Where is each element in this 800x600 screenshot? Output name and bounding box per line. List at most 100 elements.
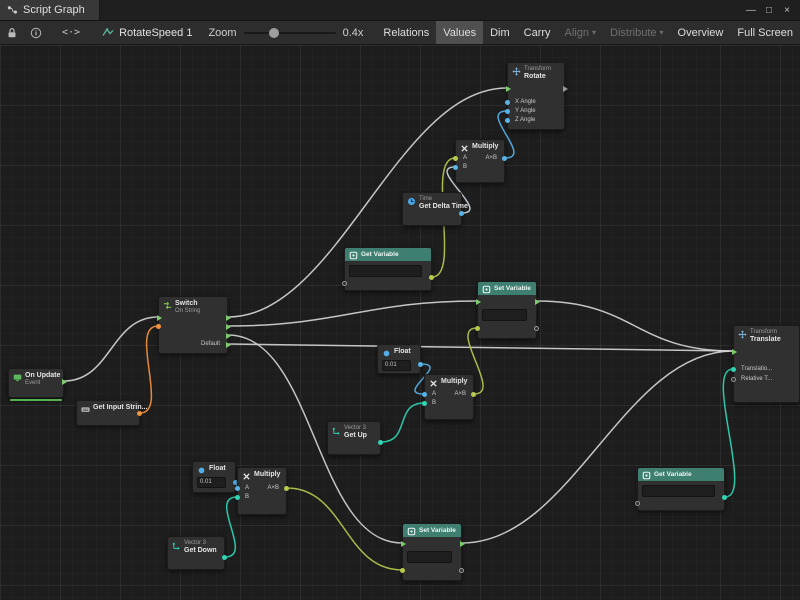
node-get-var-right[interactable]: Get Variable (637, 467, 725, 511)
flow-port[interactable] (535, 299, 540, 305)
value-port[interactable] (505, 109, 510, 114)
zoom-slider-handle[interactable] (269, 28, 279, 38)
node-on-update[interactable]: On UpdateEvent (8, 368, 64, 398)
code-view-button[interactable]: <·> (62, 27, 80, 38)
value-port[interactable] (635, 501, 640, 506)
node-title: Float (394, 348, 411, 356)
flow-port[interactable] (506, 86, 511, 92)
edge-on-update-to-switch[interactable] (64, 317, 158, 381)
value-port[interactable] (429, 275, 434, 280)
node-set-var-mid[interactable]: Set Variable (477, 281, 537, 339)
flow-port[interactable] (460, 541, 465, 547)
node-float-bottom[interactable]: Float0.01 (192, 461, 236, 493)
node-title: Set Variable (419, 527, 456, 534)
edge-set-var-bottom-to-translate[interactable] (462, 351, 733, 543)
value-port[interactable] (722, 495, 727, 500)
node-vector3-up[interactable]: Vector 3Get Up (327, 421, 381, 455)
flow-port[interactable] (226, 342, 231, 348)
value-port[interactable] (400, 568, 405, 573)
node-set-var-bottom[interactable]: Set Variable (402, 523, 462, 581)
node-type-label: Vector 3 (344, 425, 367, 432)
value-port[interactable] (235, 495, 240, 500)
flow-port[interactable] (401, 541, 406, 547)
value-port[interactable] (453, 165, 458, 170)
full-screen-button[interactable]: Full Screen (730, 21, 800, 44)
value-port[interactable] (378, 440, 383, 445)
value-port[interactable] (235, 486, 240, 491)
flow-port[interactable] (226, 315, 231, 321)
zoom-slider[interactable] (244, 32, 336, 34)
value-port[interactable] (731, 367, 736, 372)
node-get-input[interactable]: Get Input Strin... (76, 400, 140, 426)
value-port[interactable] (222, 555, 227, 560)
node-delta-time[interactable]: TimeGet Delta Time (402, 192, 462, 226)
edge-switch-to-set-var-mid[interactable] (228, 301, 477, 326)
value-port[interactable] (534, 326, 539, 331)
node-field[interactable] (349, 265, 422, 277)
flow-port[interactable] (226, 333, 231, 339)
info-button[interactable] (24, 21, 48, 44)
edge-set-var-mid-to-translate[interactable] (537, 301, 733, 351)
value-port[interactable] (453, 156, 458, 161)
relations-button[interactable]: Relations (376, 21, 436, 44)
flow-port[interactable] (62, 379, 67, 385)
value-port[interactable] (418, 362, 423, 367)
node-field[interactable] (482, 309, 527, 321)
node-rotate[interactable]: TransformRotateX AngleY AngleZ Angle (507, 62, 565, 130)
values-button[interactable]: Values (436, 21, 483, 44)
port-label: Z Angle (515, 117, 535, 123)
flow-port[interactable] (226, 324, 231, 330)
carry-button[interactable]: Carry (517, 21, 558, 44)
node-switch[interactable]: SwitchOn StringDefault (158, 296, 228, 354)
node-translate[interactable]: TransformTranslateTranslatio...Relative … (733, 325, 800, 403)
flow-port[interactable] (563, 86, 568, 92)
edge-vector3-up-to-multiply-mid[interactable] (381, 403, 424, 442)
graph-breadcrumb[interactable]: RotateSpeed 1 (102, 27, 192, 39)
close-button[interactable]: × (779, 5, 795, 16)
maximize-button[interactable]: □ (761, 5, 777, 16)
node-field[interactable] (642, 485, 715, 497)
graph-canvas[interactable]: On UpdateEvent Get Input Strin... SwitchOn… (0, 45, 800, 600)
value-port[interactable] (475, 326, 480, 331)
value-port[interactable] (459, 568, 464, 573)
node-field[interactable]: 0.01 (382, 360, 411, 371)
edge-vector3-down-to-multiply-bottom[interactable] (225, 497, 237, 557)
flow-port[interactable] (476, 299, 481, 305)
node-multiply-mid[interactable]: MultiplyABA×B (424, 374, 474, 420)
display-icon (13, 373, 22, 382)
node-title: Set Variable (494, 285, 531, 292)
tab-script-graph[interactable]: Script Graph (0, 0, 100, 20)
overview-button[interactable]: Overview (671, 21, 731, 44)
node-multiply-bottom[interactable]: MultiplyABA×B (237, 467, 287, 515)
node-header: Get Variable (638, 468, 724, 481)
flow-port[interactable] (732, 349, 737, 355)
node-multiply-top[interactable]: MultiplyABA×B (455, 139, 505, 183)
value-port[interactable] (422, 401, 427, 406)
value-port[interactable] (459, 211, 464, 216)
value-port[interactable] (342, 281, 347, 286)
lock-button[interactable] (0, 21, 24, 44)
flow-port[interactable] (157, 315, 162, 321)
value-port[interactable] (731, 377, 736, 382)
node-get-var-top[interactable]: Get Variable (344, 247, 432, 291)
value-port[interactable] (137, 411, 142, 416)
value-port[interactable] (505, 100, 510, 105)
dim-button[interactable]: Dim (483, 21, 517, 44)
align-dropdown[interactable]: Align▾ (558, 21, 603, 44)
value-port[interactable] (422, 392, 427, 397)
node-field[interactable] (407, 551, 452, 563)
node-float-mid[interactable]: Float 0.01 (377, 344, 421, 374)
value-port[interactable] (502, 156, 507, 161)
edge-switch-to-translate[interactable] (228, 344, 733, 351)
value-port[interactable] (505, 118, 510, 123)
edge-get-input-to-switch[interactable] (140, 326, 158, 413)
node-field[interactable]: 0.01 (197, 477, 226, 488)
node-header: Float (193, 462, 235, 478)
value-port[interactable] (156, 324, 161, 329)
distribute-dropdown[interactable]: Distribute▾ (603, 21, 670, 44)
minimize-button[interactable]: — (743, 5, 759, 16)
value-port[interactable] (284, 486, 289, 491)
node-header: Float (378, 345, 420, 361)
value-port[interactable] (471, 392, 476, 397)
node-vector3-down[interactable]: Vector 3Get Down (167, 536, 225, 570)
